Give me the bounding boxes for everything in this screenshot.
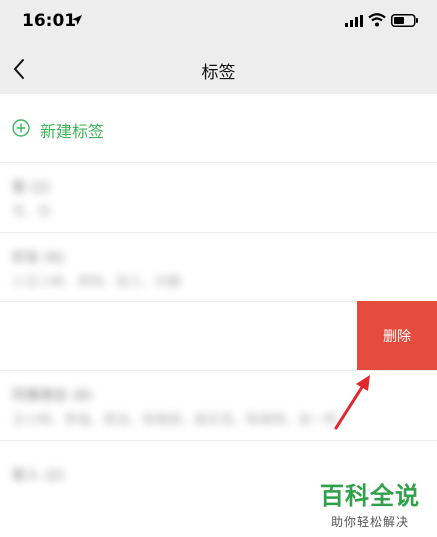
tag-members: 号、你 bbox=[12, 205, 52, 220]
tag-name: 客 (2) bbox=[12, 180, 51, 196]
watermark-logo: 百科全说 助你轻松解决 bbox=[310, 476, 430, 530]
battery-icon bbox=[391, 14, 418, 27]
tag-row[interactable]: 好友 (6) 小王小林、李四、张三、刘路 bbox=[0, 232, 437, 301]
location-arrow-icon bbox=[72, 15, 82, 25]
cellular-signal-icon bbox=[345, 15, 363, 27]
new-tag-label: 新建标签 bbox=[40, 122, 105, 141]
watermark-subtitle: 助你轻松解决 bbox=[330, 515, 409, 529]
tag-name: 好友 (6) bbox=[12, 250, 65, 266]
add-circle-icon bbox=[12, 119, 30, 137]
tag-row[interactable]: 客 (2) 号、你 bbox=[0, 162, 437, 232]
status-bar: 16:01 bbox=[0, 0, 437, 44]
delete-button[interactable]: 删除 bbox=[357, 301, 437, 370]
navigation-bar: 标签 bbox=[0, 44, 437, 94]
status-time: 16:01 bbox=[22, 11, 77, 31]
page-title: 标签 bbox=[201, 63, 236, 83]
watermark-title: 百科全说 bbox=[320, 482, 420, 510]
arrow-annotation-icon bbox=[334, 375, 370, 430]
tag-name: 家人 (2) bbox=[12, 468, 65, 484]
tag-name: 同事朋友 (8) bbox=[12, 388, 93, 404]
tag-members: 小王小林、李四、张三、刘路 bbox=[12, 275, 182, 290]
wifi-icon bbox=[368, 13, 386, 27]
new-tag-button[interactable]: 新建标签 bbox=[0, 94, 437, 162]
